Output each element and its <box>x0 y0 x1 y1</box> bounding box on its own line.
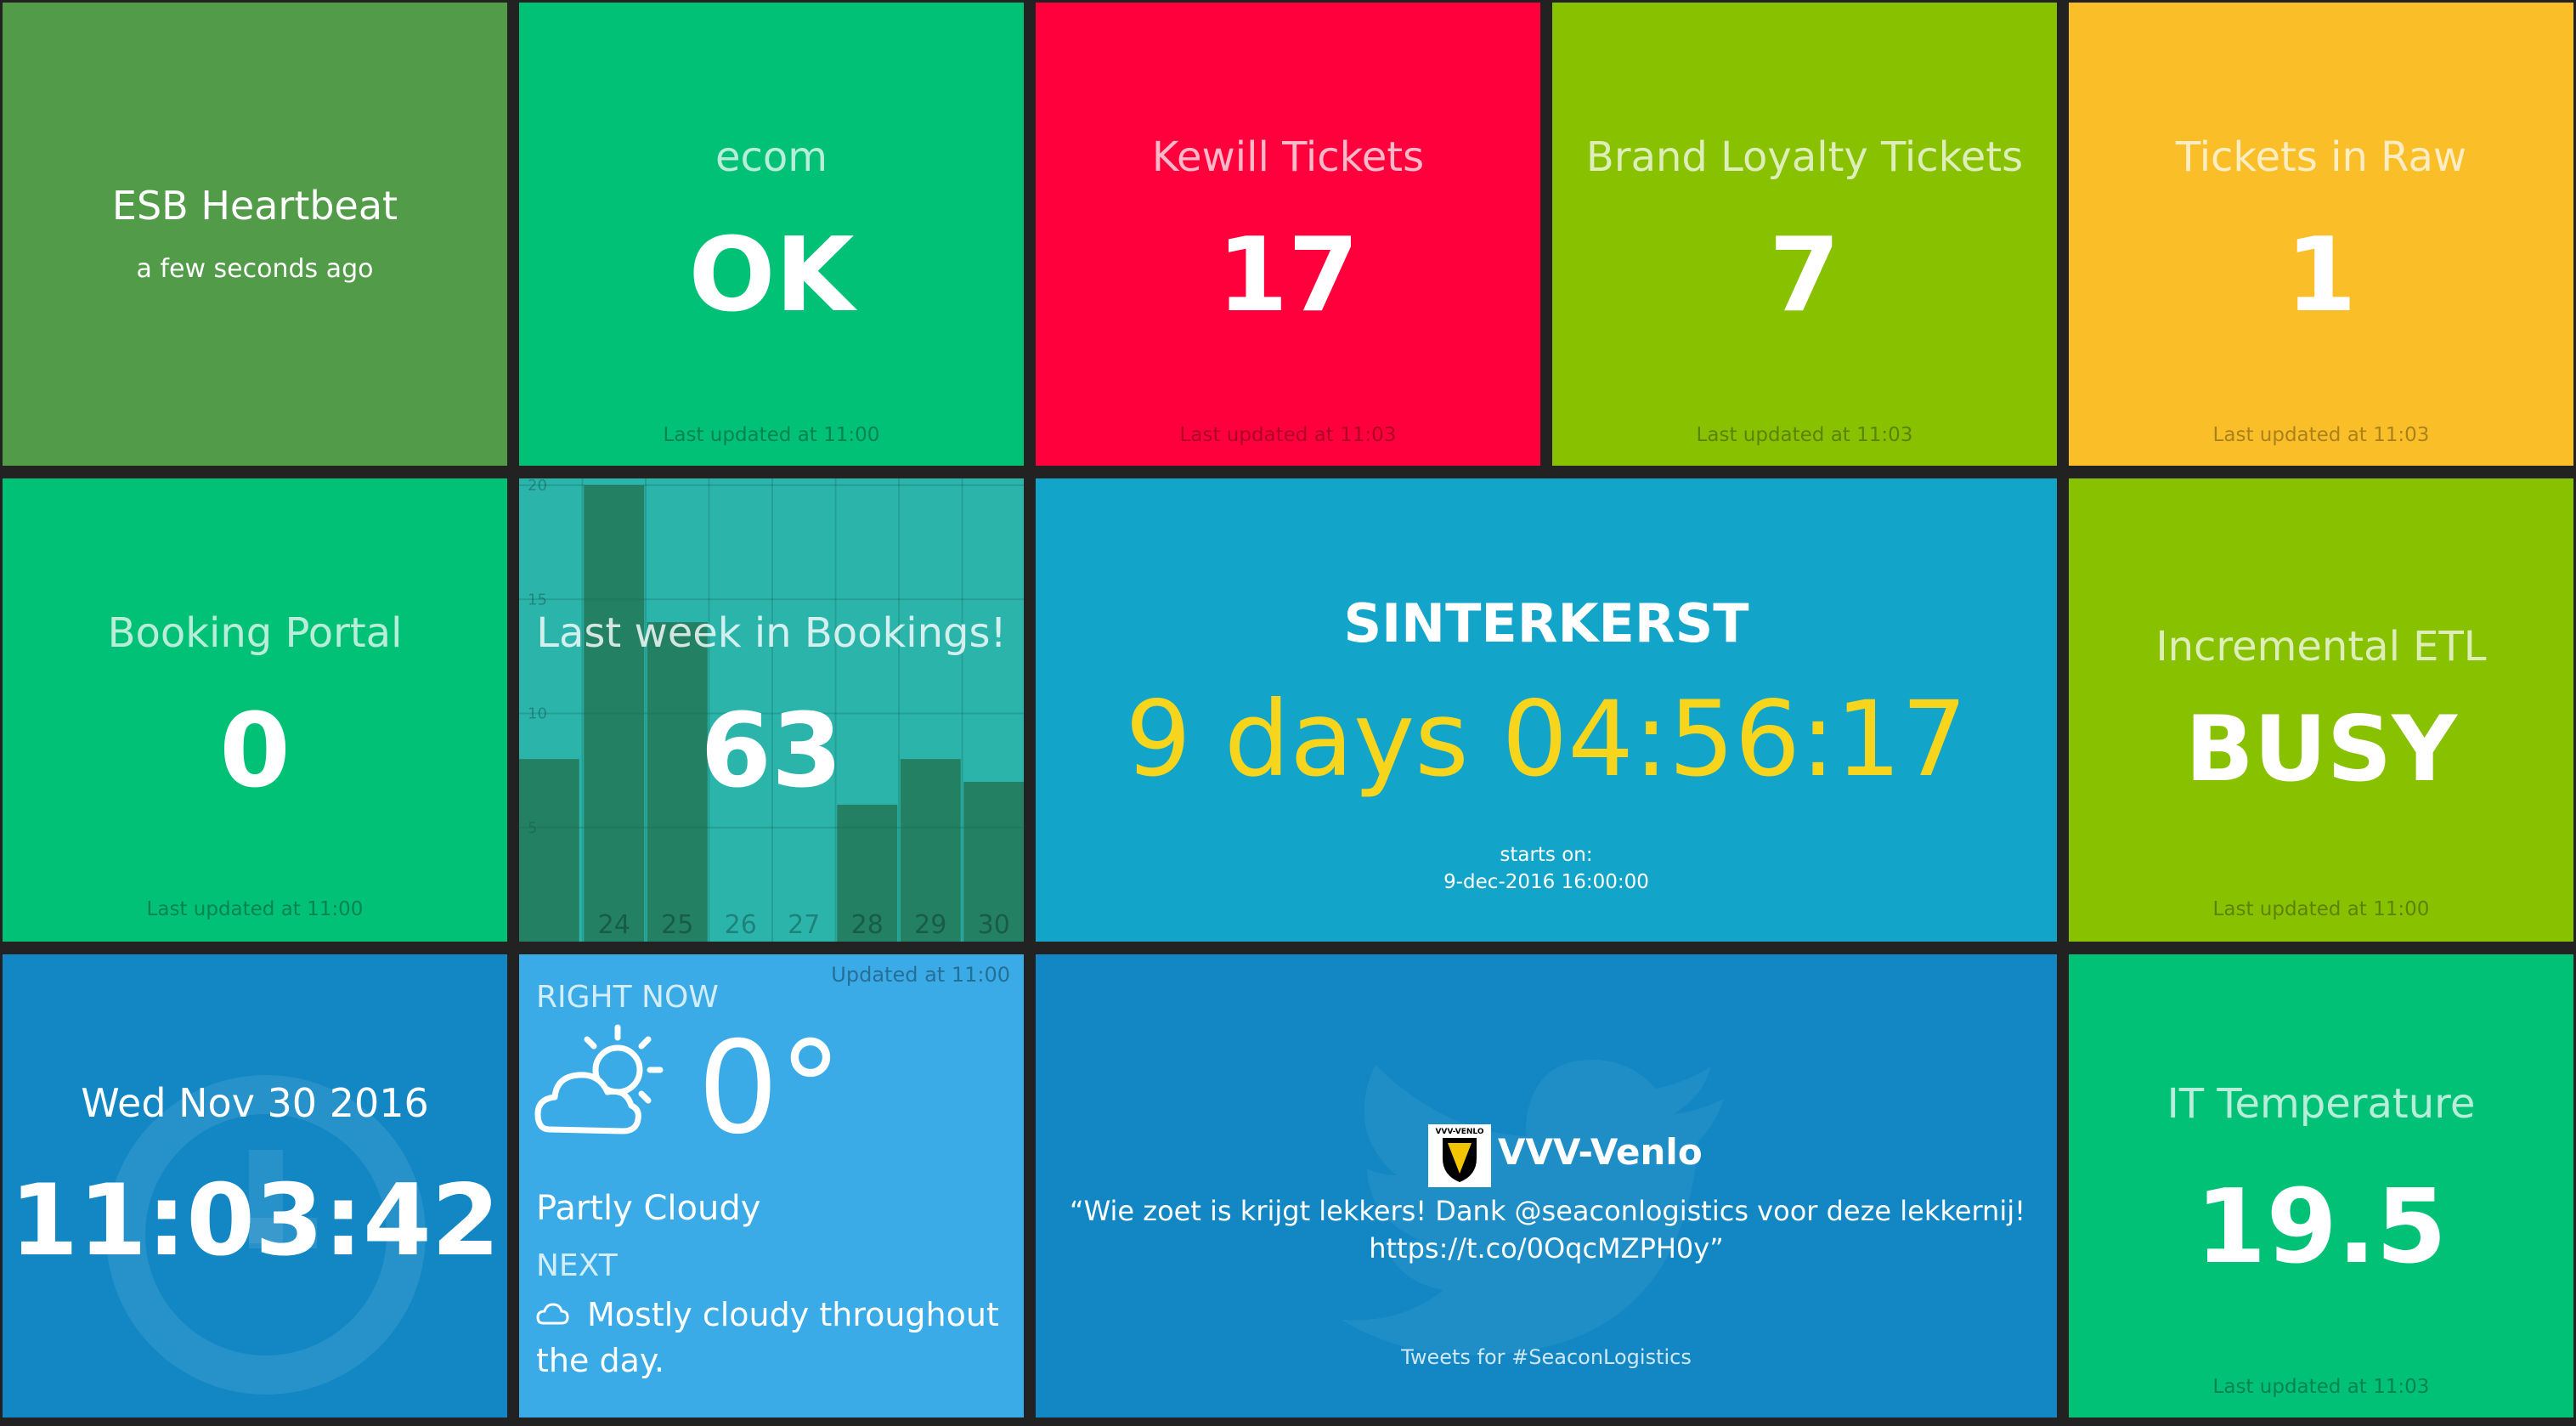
weather-next-line2: the day. <box>536 1342 664 1379</box>
ecom-status: OK <box>688 217 855 335</box>
weather-condition: Partly Cloudy <box>536 1189 761 1228</box>
it-temperature-tile: IT Temperature 19.5 Last updated at 11:0… <box>2069 954 2573 1418</box>
weather-now-label: RIGHT NOW <box>536 980 719 1015</box>
kewill-tickets-updated: Last updated at 11:03 <box>1179 424 1397 446</box>
tickets-in-raw-count: 1 <box>2285 217 2357 335</box>
partly-cloudy-icon <box>534 1024 664 1135</box>
it-temperature-value: 19.5 <box>2195 1169 2448 1287</box>
weather-temperature: 0° <box>698 1015 843 1163</box>
clock-time: 11:03:42 <box>9 1163 500 1278</box>
bookings-chart-title: Last week in Bookings! <box>536 609 1007 657</box>
tweet-avatar: VVV-VENLO <box>1428 1124 1491 1187</box>
chart-ytick-label: 15 <box>528 591 547 608</box>
chart-xtick-label: 27 <box>788 910 820 940</box>
brand-loyalty-tickets-updated: Last updated at 11:03 <box>1696 424 1913 446</box>
kewill-tickets-tile: Kewill Tickets 17 Last updated at 11:03 <box>1036 3 1540 466</box>
countdown-value: 9 days 04:56:17 <box>1125 679 1968 800</box>
countdown-starts-label: starts on: <box>1500 844 1593 866</box>
chart-xtick-label: 28 <box>851 910 884 940</box>
weather-tile: Updated at 11:00 RIGHT NOW 0° Partly Clo… <box>519 954 1024 1418</box>
tweet-footer: Tweets for #SeaconLogistics <box>1401 1345 1692 1369</box>
weather-next-label: NEXT <box>536 1248 618 1283</box>
cloud-icon <box>536 1303 569 1325</box>
chart-xtick-label: 24 <box>598 910 630 940</box>
booking-portal-count: 0 <box>219 693 291 811</box>
tickets-in-raw-title: Tickets in Raw <box>2175 133 2467 181</box>
countdown-title: SINTERKERST <box>1343 592 1749 654</box>
it-temperature-title: IT Temperature <box>2166 1080 2476 1128</box>
clock-tile: Wed Nov 30 2016 11:03:42 <box>3 954 507 1418</box>
ecom-updated: Last updated at 11:00 <box>663 424 880 446</box>
booking-portal-updated: Last updated at 11:00 <box>146 898 364 920</box>
vvv-venlo-shield-icon <box>1443 1138 1477 1182</box>
brand-loyalty-tickets-tile: Brand Loyalty Tickets 7 Last updated at … <box>1552 3 2057 466</box>
chart-xtick-label: 29 <box>914 910 946 940</box>
incremental-etl-status: BUSY <box>2185 697 2457 801</box>
tweet-text-line2: https://t.co/0OqcMZPH0y” <box>1369 1232 1724 1265</box>
chart-ytick-label: 20 <box>528 478 547 495</box>
incremental-etl-title: Incremental ETL <box>2155 623 2487 671</box>
tickets-in-raw-tile: Tickets in Raw 1 Last updated at 11:03 <box>2069 3 2573 466</box>
ecom-title: ecom <box>715 133 828 181</box>
brand-loyalty-tickets-count: 7 <box>1769 217 1840 335</box>
chart-xtick-label: 26 <box>725 910 757 940</box>
kewill-tickets-count: 17 <box>1217 217 1359 335</box>
chart-xtick-label: 30 <box>978 910 1010 940</box>
kewill-tickets-title: Kewill Tickets <box>1151 133 1425 181</box>
it-temperature-updated: Last updated at 11:03 <box>2212 1376 2430 1398</box>
esb-heartbeat-time: a few seconds ago <box>136 254 374 284</box>
weather-updated: Updated at 11:00 <box>831 963 1010 987</box>
booking-portal-title: Booking Portal <box>107 609 403 657</box>
esb-heartbeat-tile: ESB Heartbeat a few seconds ago <box>3 3 507 466</box>
tweet-text-line1: “Wie zoet is krijgt lekkers! Dank @seaco… <box>1070 1195 2025 1227</box>
countdown-tile: SINTERKERST 9 days 04:56:17 starts on: 9… <box>1036 478 2057 942</box>
ecom-tile: ecom OK Last updated at 11:00 <box>519 3 1024 466</box>
bookings-chart-tile: 510152024252627282930 Last week in Booki… <box>519 478 1024 942</box>
clock-date: Wed Nov 30 2016 <box>81 1080 429 1126</box>
esb-heartbeat-title: ESB Heartbeat <box>111 183 398 229</box>
chart-xtick-label: 25 <box>661 910 693 940</box>
twitter-tile: VVV-VENLO VVV-Venlo “Wie zoet is krijgt … <box>1036 954 2057 1418</box>
incremental-etl-tile: Incremental ETL BUSY Last updated at 11:… <box>2069 478 2573 942</box>
brand-loyalty-tickets-title: Brand Loyalty Tickets <box>1585 133 2024 181</box>
incremental-etl-updated: Last updated at 11:00 <box>2212 898 2430 920</box>
countdown-starts-date: 9-dec-2016 16:00:00 <box>1443 871 1649 893</box>
tweet-user: VVV-Venlo <box>1498 1131 1703 1173</box>
bookings-total: 63 <box>700 693 843 811</box>
tickets-in-raw-updated: Last updated at 11:03 <box>2212 424 2430 446</box>
booking-portal-tile: Booking Portal 0 Last updated at 11:00 <box>3 478 507 942</box>
weather-next-line1: Mostly cloudy throughout <box>587 1296 999 1333</box>
